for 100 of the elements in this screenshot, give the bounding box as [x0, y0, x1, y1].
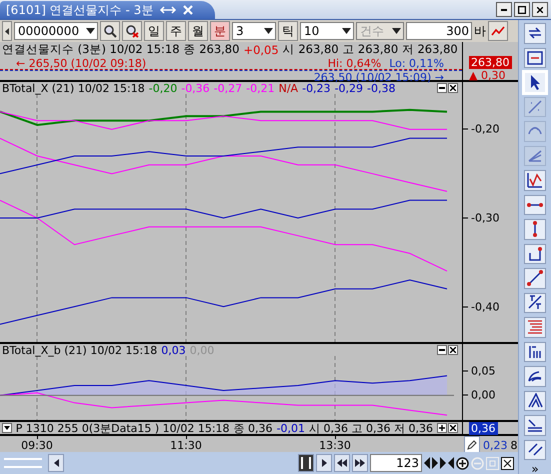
pause-button[interactable]: [298, 454, 314, 472]
fast-forward-button[interactable]: [352, 454, 368, 472]
pencil-icon: [467, 440, 477, 450]
minimize-button[interactable]: [496, 2, 512, 17]
close-icon: [537, 6, 543, 12]
drawing-tool-button[interactable]: [524, 170, 546, 190]
drawing-tool-button[interactable]: [524, 342, 546, 362]
period-tab[interactable]: 분: [210, 21, 230, 41]
drawing-tool-button[interactable]: [524, 415, 546, 436]
line-chart-icon: [491, 25, 505, 37]
chart-type-button[interactable]: [488, 21, 508, 41]
high-value: 0,36: [469, 422, 498, 435]
scroll-left-button[interactable]: [48, 454, 64, 472]
close-icon: [450, 425, 456, 431]
search-cross-icon: [125, 24, 139, 38]
splitter-grip[interactable]: [4, 458, 42, 468]
caret-icon: [342, 28, 351, 34]
expand-pane-button[interactable]: [437, 423, 447, 433]
legend-value: 시 0,36 고 0,36 저 0,36: [309, 420, 433, 436]
parallel-lines-icon: [528, 443, 542, 456]
pause-icon: [301, 457, 311, 469]
period-tab[interactable]: 일: [144, 21, 164, 41]
price-change: ▲ 0,30: [469, 69, 506, 82]
time-label: 09:30: [21, 439, 53, 452]
legend-value: -0,29: [334, 82, 364, 94]
close-pane-button[interactable]: [448, 83, 458, 93]
dropdown-field[interactable]: 3: [232, 22, 276, 40]
close-box-icon[interactable]: [501, 456, 514, 470]
legend-value: -0,27: [214, 82, 242, 94]
caret-icon: [264, 28, 273, 34]
legend-value: 종 0,36: [234, 420, 273, 436]
bar-count-field[interactable]: 300: [406, 22, 472, 40]
drawing-tool-button[interactable]: [524, 317, 546, 338]
legend-value: -0,21: [246, 82, 275, 94]
zoom-in-icon[interactable]: [456, 456, 469, 470]
drawing-tool-button[interactable]: [524, 366, 546, 386]
search-button[interactable]: [100, 21, 120, 41]
dropdown-field[interactable]: 00000000: [14, 22, 98, 40]
time-label: 13:30: [319, 439, 351, 452]
drawing-tool-button[interactable]: [524, 48, 546, 68]
fan-arcs-icon: [528, 393, 542, 408]
dropdown-field[interactable]: 10: [300, 22, 354, 40]
low-percent: Lo: 0,11%: [389, 56, 444, 70]
minimize-pane-button[interactable]: [437, 83, 447, 93]
price-legend: 종 263,80: [184, 42, 240, 57]
rewind-button[interactable]: [334, 454, 350, 472]
window-tab[interactable]: [6101] 연결선물지수 - 3분: [0, 1, 216, 19]
price-legend: 연결선물지수 (3분) 10/02 15:18: [2, 42, 180, 57]
close-button[interactable]: [532, 2, 548, 17]
tick-button[interactable]: 틱: [278, 21, 298, 41]
fibonacci-icon: [529, 344, 541, 359]
drawing-tool-button[interactable]: [524, 268, 546, 288]
left-arrow-icon: [54, 459, 58, 467]
collapse-pane-button[interactable]: [2, 423, 12, 433]
drawing-tool-button[interactable]: [524, 194, 546, 215]
caret-icon: [392, 28, 401, 34]
axis-label: 0,05: [471, 364, 496, 378]
level-lines-icon: [528, 320, 542, 334]
caret-icon: [4, 426, 10, 430]
legend-value: -0,20: [148, 82, 178, 94]
drawing-tool-button[interactable]: [524, 440, 546, 460]
legend-value: -0,36: [181, 82, 210, 94]
minimize-icon: [439, 87, 445, 89]
play-button[interactable]: [316, 454, 332, 472]
more-tools[interactable]: »: [531, 464, 539, 474]
fan-lines-icon: [528, 150, 542, 162]
drawing-tool-button[interactable]: [524, 292, 546, 313]
pane-title: P 1310 255 0(3분Data15 ) 10/02 15:18: [16, 420, 230, 436]
close-icon: [450, 347, 456, 353]
period-tab[interactable]: 월: [188, 21, 208, 41]
wave-line-icon: [527, 172, 543, 188]
fit-width-icon: [527, 50, 543, 65]
minimize-pane-button[interactable]: [437, 345, 447, 355]
arc-lines-icon: [528, 370, 542, 382]
drawing-tool-button[interactable]: [524, 244, 546, 264]
bar-count-field[interactable]: 123: [370, 454, 422, 472]
period-tab[interactable]: 주: [166, 21, 186, 41]
expand-arrows-icon[interactable]: [424, 457, 438, 469]
scroll-left-button[interactable]: [2, 21, 12, 41]
drawing-tool-button[interactable]: [524, 23, 546, 44]
drawing-tool-button[interactable]: [524, 390, 546, 411]
maximize-button[interactable]: [514, 2, 530, 17]
high-percent: Hi: 0,64%: [328, 56, 382, 70]
step-line-icon: [528, 246, 542, 261]
percent-icon: [528, 100, 542, 114]
close-icon[interactable]: [183, 5, 194, 15]
legend-value: 0,03: [161, 344, 186, 356]
axis-label: -0,20: [471, 122, 500, 136]
low-marker: 263,50 (10/02 15:09) →: [314, 70, 444, 84]
axis-label: 0,00: [471, 388, 496, 402]
legend-value: -0,01: [276, 422, 306, 434]
maximize-icon: [518, 6, 526, 14]
close-pane-button[interactable]: [448, 423, 458, 433]
last-price: 263,80: [469, 56, 512, 69]
close-pane-button[interactable]: [448, 345, 458, 355]
find-button[interactable]: [122, 21, 142, 41]
drawing-tool-button[interactable]: [524, 219, 546, 240]
minimize-icon: [439, 349, 445, 351]
pointer-icon: [530, 74, 540, 90]
shrink-arrows-icon[interactable]: [440, 457, 454, 469]
